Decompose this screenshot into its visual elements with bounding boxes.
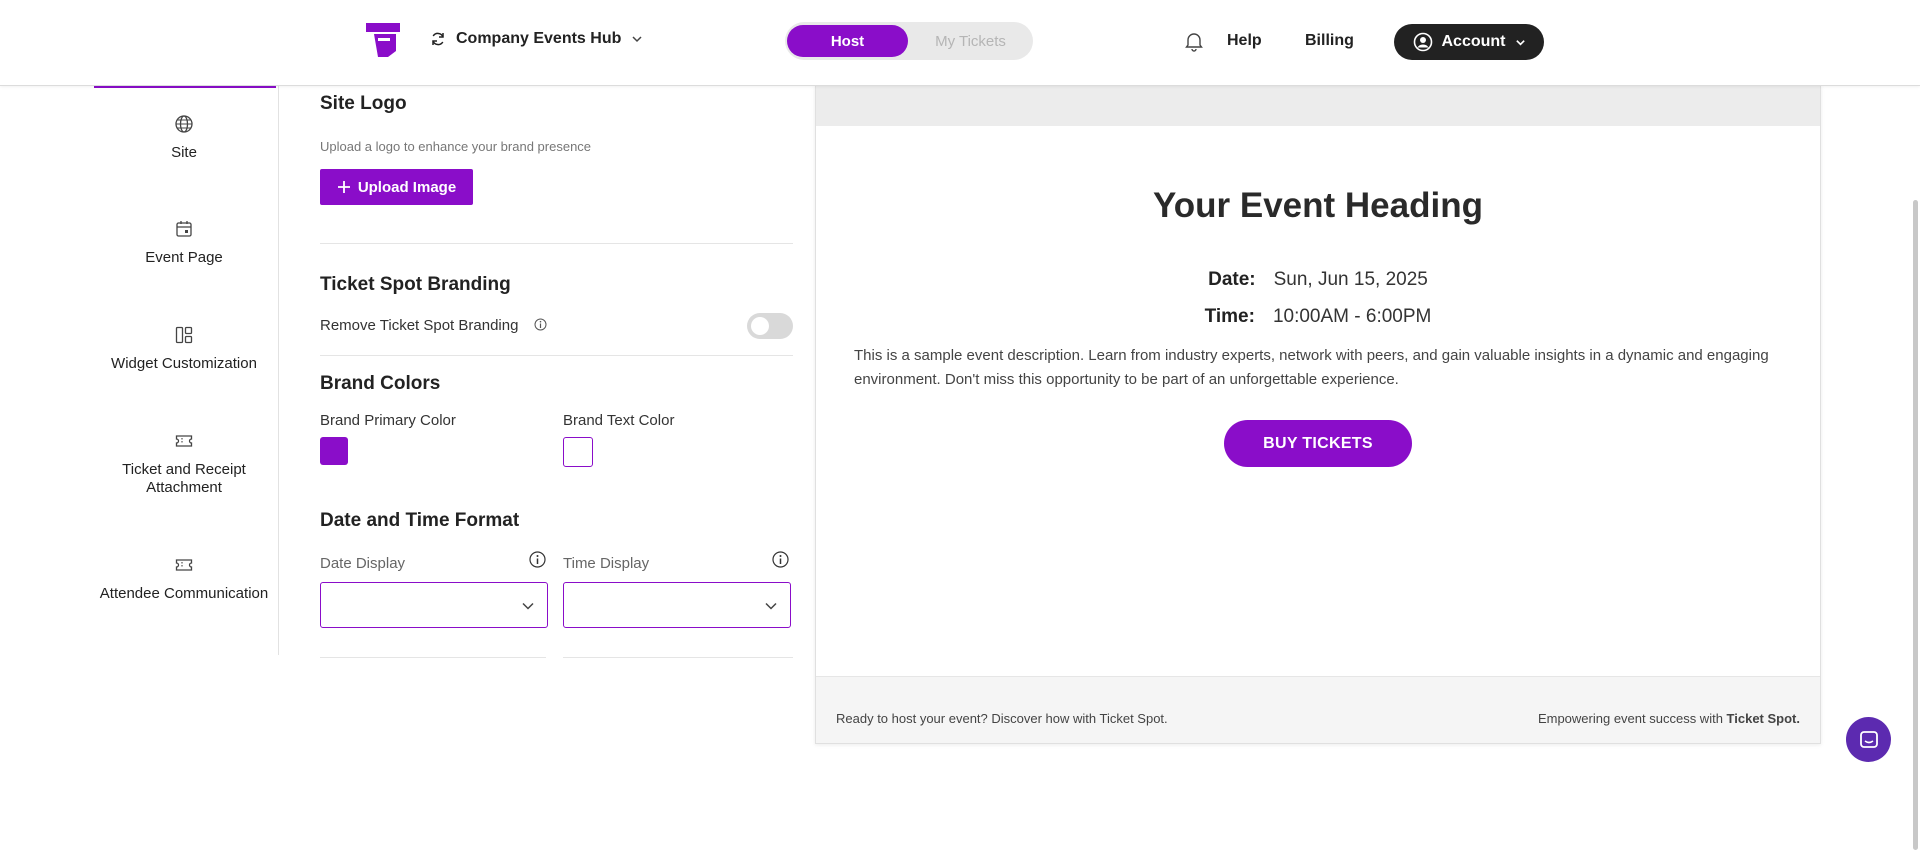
event-heading: Your Event Heading — [1153, 186, 1483, 225]
sidebar-item-label: Attendee Communication — [99, 585, 269, 602]
footer-brand-link[interactable]: Ticket Spot. — [1727, 711, 1800, 726]
chat-launcher-button[interactable] — [1846, 717, 1891, 762]
sidebar-item-event-page[interactable]: Event Page — [90, 219, 278, 267]
footer-left-text: Ready to host your event? Discover how w… — [836, 711, 1168, 726]
chevron-down-icon — [765, 602, 777, 610]
info-icon[interactable] — [534, 318, 547, 336]
upload-image-label: Upload Image — [357, 178, 457, 196]
section-divider — [320, 243, 793, 244]
section-divider — [563, 657, 793, 658]
brand-colors-title: Brand Colors — [320, 373, 441, 394]
layout-icon — [90, 325, 278, 345]
event-time-value: 10:00AM - 6:00PM — [1272, 306, 1432, 327]
footer-right-prefix: Empowering event success with — [1537, 711, 1727, 726]
globe-icon — [90, 114, 278, 134]
workspace-switcher[interactable]: Company Events Hub — [430, 30, 643, 48]
brand-primary-color-swatch[interactable] — [320, 437, 348, 465]
sidebar-item-attendee-communication[interactable]: Attendee Communication — [90, 555, 278, 603]
brand-text-color-swatch[interactable] — [563, 437, 593, 467]
chevron-down-icon — [632, 36, 642, 43]
refresh-icon — [432, 32, 444, 46]
chat-icon — [1859, 730, 1878, 748]
event-time-label: Time: — [1204, 306, 1255, 327]
event-date-row: Date: Sun, Jun 15, 2025 — [816, 269, 1820, 291]
help-link[interactable]: Help — [1227, 32, 1262, 50]
info-icon[interactable] — [772, 551, 789, 573]
account-label: Account — [1441, 33, 1506, 50]
sidebar-item-label: Ticket and Receipt Attachment — [122, 461, 246, 496]
chevron-down-icon — [522, 602, 534, 610]
bell-icon[interactable] — [1183, 30, 1205, 57]
plus-icon — [337, 181, 350, 193]
sidebar-item-site[interactable]: Site — [90, 114, 278, 162]
remove-branding-toggle[interactable] — [747, 313, 793, 339]
site-logo-title: Site Logo — [320, 93, 407, 114]
page-scrollbar-thumb[interactable] — [1913, 200, 1918, 850]
settings-sidebar: Site Event Page Widget Customization Tic… — [90, 85, 279, 655]
mode-switch: Host My Tickets — [785, 22, 1033, 60]
workspace-name: Company Events Hub — [456, 30, 622, 47]
calendar-icon — [90, 219, 278, 239]
event-page-preview: Your Event Heading Date: Sun, Jun 15, 202… — [815, 85, 1821, 744]
footer-right-text: Empowering event success with Ticket Spo… — [1538, 711, 1800, 726]
chevron-down-icon — [1515, 39, 1525, 46]
host-mode-tab[interactable]: Host — [787, 25, 908, 57]
ticket-icon — [90, 431, 278, 451]
brand-primary-color-label: Brand Primary Color — [320, 412, 456, 429]
remove-branding-label: Remove Ticket Spot Branding — [320, 317, 519, 334]
billing-link[interactable]: Billing — [1305, 32, 1354, 50]
account-menu-button[interactable]: Account — [1394, 24, 1544, 60]
my-tickets-tab[interactable]: My Tickets — [910, 25, 1031, 57]
site-logo-hint: Upload a logo to enhance your brand pres… — [320, 139, 592, 154]
section-divider — [320, 657, 546, 658]
sidebar-item-label: Site — [171, 144, 197, 161]
event-date-label: Date: — [1208, 269, 1256, 290]
info-icon[interactable] — [529, 551, 546, 573]
date-display-select[interactable] — [320, 582, 548, 628]
time-display-select[interactable] — [563, 582, 791, 628]
brand-text-color-label: Brand Text Color — [563, 412, 675, 429]
preview-banner — [816, 86, 1820, 126]
date-time-format-title: Date and Time Format — [320, 510, 520, 531]
top-navigation-bar: Company Events Hub Host My Tickets Help … — [0, 0, 1920, 86]
sidebar-item-ticket-receipt-attachment[interactable]: Ticket and Receipt Attachment — [90, 431, 278, 497]
buy-tickets-button[interactable]: BUY TICKETS — [1224, 420, 1412, 467]
sidebar-item-label: Event Page — [145, 249, 223, 266]
ticket-spot-branding-title: Ticket Spot Branding — [320, 274, 511, 295]
sidebar-item-widget-customization[interactable]: Widget Customization — [90, 325, 278, 373]
event-time-row: Time: 10:00AM - 6:00PM — [816, 306, 1820, 328]
ticket-spot-logo-icon[interactable] — [364, 21, 404, 59]
time-display-label: Time Display — [563, 555, 650, 572]
preview-footer: Ready to host your event? Discover how w… — [816, 676, 1820, 743]
sidebar-item-label: Widget Customization — [111, 355, 257, 372]
ticket-icon — [90, 555, 278, 575]
toggle-knob — [751, 317, 769, 335]
event-description: This is a sample event description. Lear… — [854, 347, 1769, 388]
user-circle-icon — [1413, 32, 1432, 52]
upload-image-button[interactable]: Upload Image — [320, 169, 473, 205]
section-divider — [320, 355, 793, 356]
event-date-value: Sun, Jun 15, 2025 — [1273, 269, 1428, 290]
date-display-label: Date Display — [320, 555, 406, 572]
